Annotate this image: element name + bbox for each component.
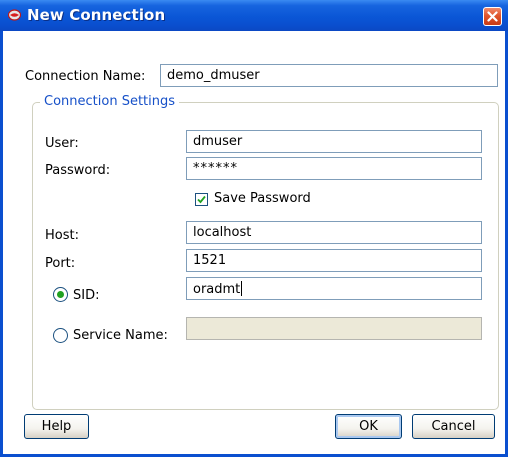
- host-field[interactable]: localhost: [186, 221, 482, 244]
- save-password-label[interactable]: Save Password: [214, 191, 311, 206]
- title-bar[interactable]: New Connection: [0, 0, 508, 31]
- user-field[interactable]: dmuser: [186, 130, 482, 153]
- help-button[interactable]: Help: [24, 414, 89, 439]
- sid-radio[interactable]: [53, 287, 68, 302]
- dialog-body: Connection Name: demo_dmuser Connection …: [0, 31, 508, 457]
- window-title: New Connection: [27, 6, 166, 24]
- new-connection-dialog: New Connection Connection Name: demo_dmu…: [0, 0, 508, 457]
- close-icon: [487, 11, 498, 22]
- user-label: User:: [45, 136, 79, 151]
- connection-name-field[interactable]: demo_dmuser: [160, 64, 498, 87]
- service-name-radio[interactable]: [53, 328, 68, 343]
- dialog-content: Connection Name: demo_dmuser Connection …: [3, 31, 505, 454]
- text-caret: [241, 281, 243, 296]
- sid-value: oradmt: [193, 282, 241, 297]
- connection-name-label: Connection Name:: [25, 69, 146, 84]
- host-label: Host:: [45, 228, 79, 243]
- port-field[interactable]: 1521: [186, 249, 482, 272]
- close-button[interactable]: [483, 7, 502, 26]
- ok-button[interactable]: OK: [335, 414, 402, 439]
- save-password-checkbox[interactable]: [195, 193, 208, 206]
- sid-label[interactable]: SID:: [73, 288, 99, 303]
- password-label: Password:: [45, 163, 111, 178]
- service-name-field[interactable]: [186, 317, 482, 340]
- app-icon: [8, 9, 21, 21]
- radio-selected-dot: [57, 291, 64, 298]
- port-label: Port:: [45, 256, 76, 271]
- sid-field[interactable]: oradmt: [186, 277, 482, 300]
- cancel-button[interactable]: Cancel: [412, 414, 495, 439]
- checkmark-icon: [197, 195, 206, 204]
- service-name-label[interactable]: Service Name:: [73, 328, 168, 343]
- password-field[interactable]: ******: [186, 157, 482, 180]
- connection-settings-legend: Connection Settings: [40, 94, 180, 109]
